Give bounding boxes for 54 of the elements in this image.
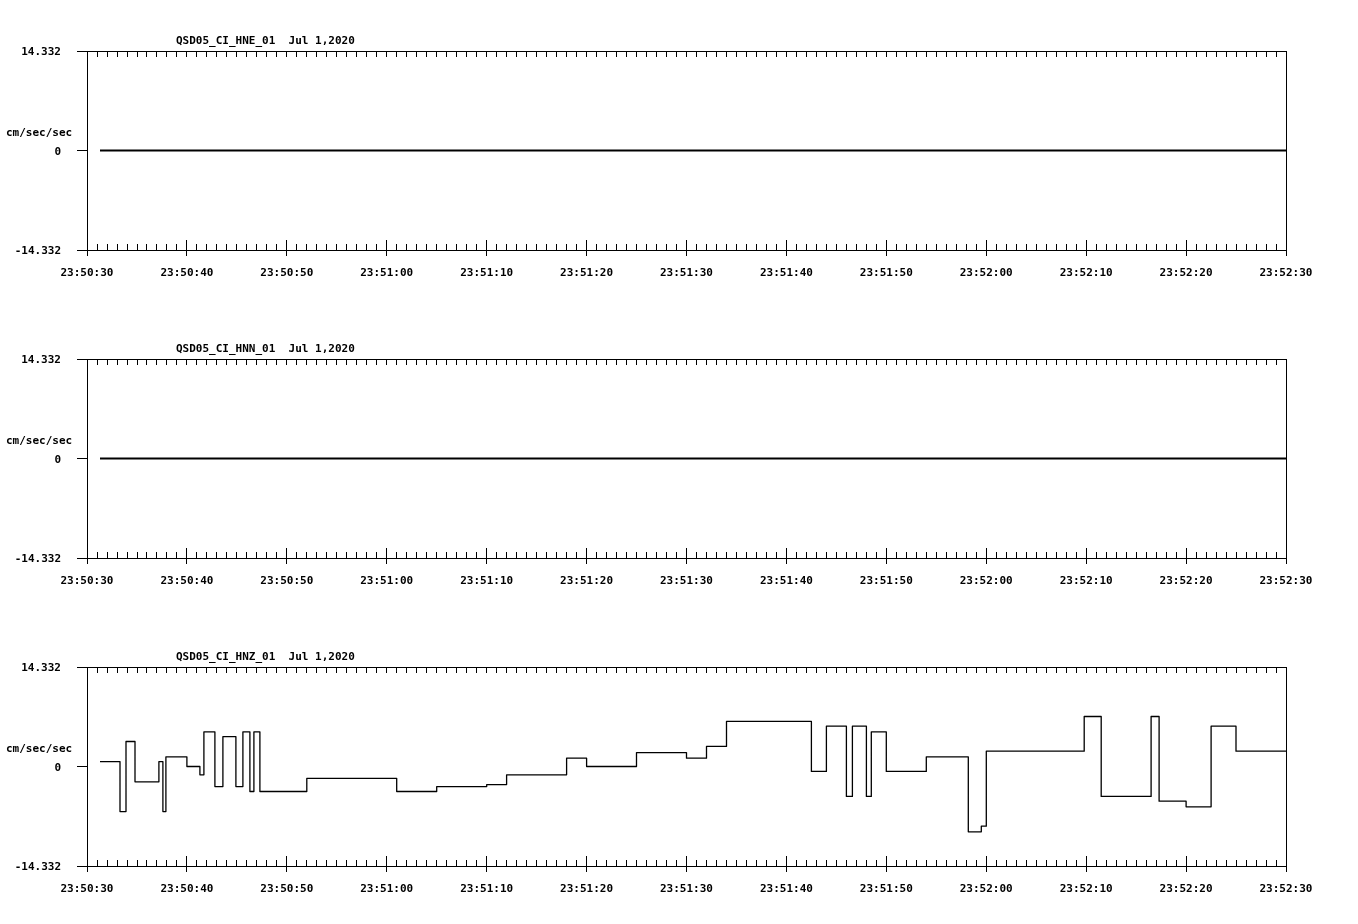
- x-tick-label: 23:50:50: [260, 882, 314, 895]
- x-tick-label: 23:51:40: [759, 882, 813, 895]
- x-tick-label: 23:52:10: [1059, 574, 1113, 587]
- x-tick-label: 23:51:30: [660, 882, 713, 895]
- x-tick-label: 23:51:20: [560, 574, 614, 587]
- x-tick-label: 23:51:50: [859, 882, 913, 895]
- x-tick-label: 23:50:40: [160, 882, 214, 895]
- x-tick-label: 23:50:30: [60, 266, 114, 279]
- x-tick-label: 23:52:30: [1259, 882, 1313, 895]
- x-tick-label: 23:51:40: [759, 574, 813, 587]
- x-tick-label: 23:52:10: [1059, 266, 1113, 279]
- x-tick-label: 23:51:10: [460, 574, 514, 587]
- y-tick-label: 14.332: [21, 661, 61, 674]
- x-tick-label: 23:51:40: [759, 266, 813, 279]
- x-tick-label: 23:50:50: [260, 266, 314, 279]
- y-tick-label: 0: [54, 760, 61, 774]
- axis-label: cm/sec/sec: [6, 433, 73, 447]
- x-tick-label: 23:50:30: [60, 882, 114, 895]
- y-tick-label: -14.332: [14, 552, 61, 565]
- y-tick-label: -14.332: [14, 244, 61, 257]
- x-tick-label: 23:51:20: [560, 882, 614, 895]
- x-tick-label: 23:51:50: [859, 574, 913, 587]
- x-tick-label: 23:50:40: [160, 574, 214, 587]
- x-tick-label: 23:52:20: [1159, 574, 1213, 587]
- x-tick-label: 23:52:10: [1059, 882, 1113, 895]
- x-tick-label: 23:52:00: [959, 882, 1013, 895]
- chart-title: QSD05_CI_HNE_01 Jul 1,2020: [176, 34, 355, 47]
- x-tick-label: 23:52:00: [959, 266, 1013, 279]
- x-tick-label: 23:52:00: [959, 574, 1013, 587]
- x-tick-label: 23:51:00: [360, 266, 414, 279]
- x-tick-label: 23:52:30: [1259, 266, 1313, 279]
- x-tick-label: 23:50:30: [60, 574, 114, 587]
- x-tick-label: 23:51:10: [460, 266, 514, 279]
- x-tick-label: 23:52:20: [1159, 266, 1213, 279]
- x-tick-label: 23:51:00: [360, 574, 414, 587]
- x-tick-label: 23:51:50: [859, 266, 913, 279]
- axis-label: cm/sec/sec: [6, 741, 73, 755]
- x-tick-label: 23:51:10: [460, 882, 514, 895]
- y-tick-label: 14.332: [21, 353, 61, 366]
- chart-title: QSD05_CI_HNN_01 Jul 1,2020: [176, 342, 355, 355]
- x-tick-label: 23:50:40: [160, 266, 214, 279]
- x-tick-label: 23:52:20: [1159, 882, 1213, 895]
- x-tick-label: 23:51:20: [560, 266, 614, 279]
- y-tick-label: 0: [54, 144, 61, 158]
- x-tick-label: 23:51:30: [660, 574, 713, 587]
- x-tick-label: 23:51:00: [360, 882, 414, 895]
- x-tick-label: 23:50:50: [260, 574, 314, 587]
- x-tick-label: 23:52:30: [1259, 574, 1313, 587]
- y-tick-label: 0: [54, 452, 61, 466]
- chart-title: QSD05_CI_HNZ_01 Jul 1,2020: [176, 650, 355, 663]
- y-tick-label: 14.332: [21, 45, 61, 58]
- x-tick-label: 23:51:30: [660, 266, 713, 279]
- y-tick-label: -14.332: [14, 860, 61, 873]
- axis-label: cm/sec/sec: [6, 125, 73, 139]
